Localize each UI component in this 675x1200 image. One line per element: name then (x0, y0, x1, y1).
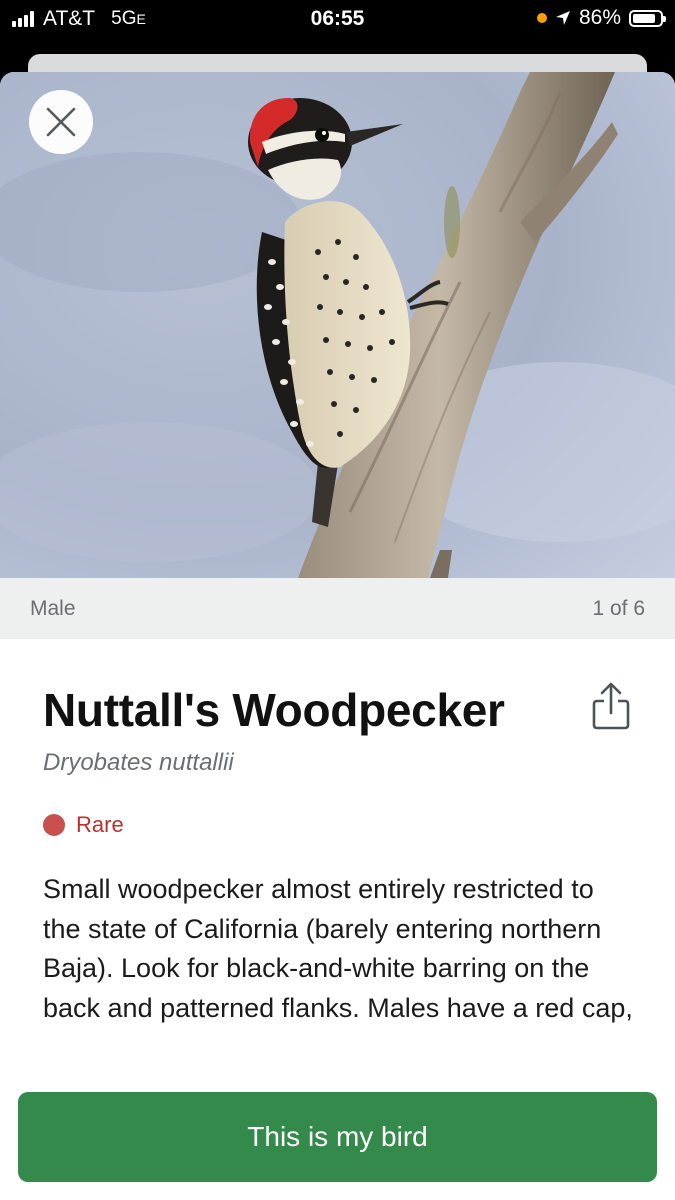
species-photo[interactable] (0, 72, 675, 578)
photo-caption-bar: Male 1 of 6 (0, 578, 675, 639)
this-is-my-bird-button[interactable]: This is my bird (18, 1092, 657, 1182)
photo-sex-label: Male (30, 597, 76, 620)
rarity-badge: Rare (43, 812, 124, 838)
woodpecker-photo-image (0, 72, 675, 578)
rarity-label: Rare (76, 812, 124, 837)
species-description: Small woodpecker almost entirely restric… (43, 874, 633, 1023)
battery-percent: 86% (578, 6, 621, 29)
location-arrow-icon (555, 11, 570, 25)
battery-icon (629, 9, 666, 27)
battery-fill (633, 13, 656, 23)
share-button[interactable] (589, 681, 633, 731)
species-detail-sheet: Male 1 of 6 Nuttall's Woodpecker Dryobat… (0, 72, 675, 1200)
rarity-dot-icon (43, 814, 65, 836)
privacy-indicator-dot (536, 13, 547, 23)
status-bar: AT&T 5GE 06:55 86% (0, 0, 675, 38)
species-common-name: Nuttall's Woodpecker (43, 684, 505, 736)
share-icon (592, 682, 630, 730)
species-scientific-name: Dryobates nuttallii (43, 749, 234, 776)
close-icon (46, 107, 76, 137)
status-right: 86% (536, 6, 666, 30)
photo-counter: 1 of 6 (592, 597, 645, 620)
close-button[interactable] (29, 90, 93, 154)
